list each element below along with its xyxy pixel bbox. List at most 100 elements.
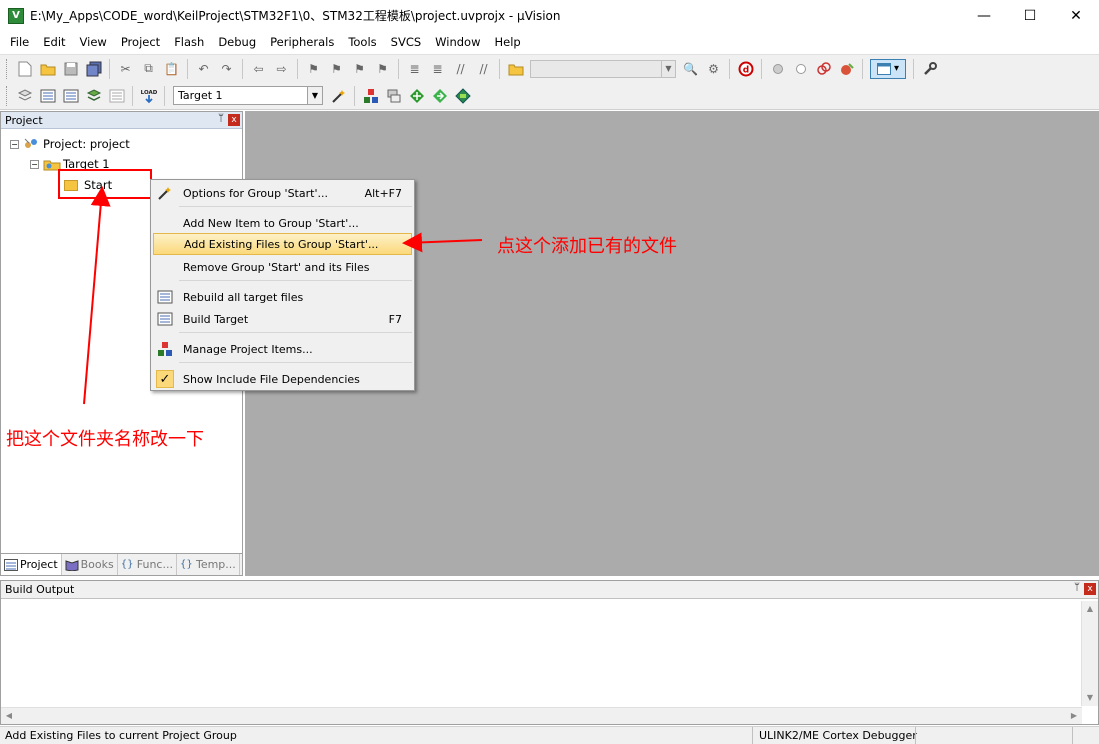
menu-peripherals[interactable]: Peripherals [263, 31, 341, 53]
collapse-icon[interactable]: − [10, 139, 19, 149]
chevron-down-icon[interactable]: ▼ [661, 60, 675, 77]
maximize-button[interactable]: ☐ [1007, 0, 1053, 31]
build-output-panel: Build Output ᛘ x ▲ ▼ ◀ ▶ [0, 580, 1099, 725]
menu-project[interactable]: Project [114, 31, 167, 53]
template-braces-icon: {} [179, 558, 193, 570]
scroll-left-icon[interactable]: ◀ [1, 708, 17, 724]
breakpoint-icon[interactable] [769, 60, 787, 78]
bookmark-icon[interactable]: ⚑ [305, 60, 323, 78]
cut-icon[interactable]: ✂ [117, 60, 135, 78]
collapse-icon[interactable]: − [30, 159, 39, 169]
select-packs-icon[interactable] [408, 87, 426, 105]
menu-bar: File Edit View Project Flash Debug Perip… [0, 31, 1099, 53]
menu-item-manage-project-items[interactable]: Manage Project Items... [153, 338, 412, 360]
title-bar: V E:\My_Apps\CODE_word\KeilProject\STM32… [0, 0, 1099, 31]
unindent-icon[interactable]: ≣ [429, 60, 447, 78]
tab-project[interactable]: Project [1, 554, 62, 575]
build-toolbar: LOAD Target 1 ▼ [0, 82, 1099, 110]
undo-icon[interactable]: ↶ [195, 60, 213, 78]
kill-all-breakpoints-icon[interactable] [838, 60, 856, 78]
menu-window[interactable]: Window [428, 31, 487, 53]
uncomment-icon[interactable]: // [475, 60, 493, 78]
find-in-files-icon[interactable] [507, 60, 525, 78]
navigate-back-icon[interactable]: ⇦ [250, 60, 268, 78]
tab-templates[interactable]: {} Temp... [177, 554, 240, 575]
horizontal-scrollbar[interactable]: ◀ ▶ [1, 707, 1082, 724]
pack-installer-icon[interactable] [431, 87, 449, 105]
pin-icon[interactable]: ᛘ [218, 113, 224, 124]
file-extensions-icon[interactable] [385, 87, 403, 105]
scroll-up-icon[interactable]: ▲ [1082, 601, 1098, 617]
menu-tools[interactable]: Tools [341, 31, 383, 53]
indent-icon[interactable]: ≣ [406, 60, 424, 78]
menu-item-show-include-deps[interactable]: ✓ Show Include File Dependencies [153, 368, 412, 390]
tree-item-project[interactable]: − Project: project [10, 135, 130, 153]
window-layout-toggle-button[interactable]: ▾ [870, 58, 906, 79]
prev-bookmark-icon[interactable]: ⚑ [328, 60, 346, 78]
comment-icon[interactable]: // [452, 60, 470, 78]
save-icon[interactable] [62, 60, 80, 78]
toolbar-separator [242, 58, 243, 79]
new-file-icon[interactable] [16, 60, 34, 78]
braces-icon: {} [120, 558, 134, 570]
paste-icon[interactable]: 📋 [163, 60, 181, 78]
debug-session-icon[interactable]: d [737, 60, 755, 78]
stop-build-icon[interactable] [108, 87, 126, 105]
tab-functions[interactable]: {} Func... [118, 554, 177, 575]
toolbar-separator [913, 58, 914, 79]
menu-svcs[interactable]: SVCS [384, 31, 429, 53]
toolbar-separator [109, 58, 110, 79]
menu-item-remove-group[interactable]: Remove Group 'Start' and its Files [153, 256, 412, 278]
copy-icon[interactable]: ⧉ [140, 60, 158, 78]
configure-wrench-icon[interactable] [921, 60, 939, 78]
manage-project-items-icon[interactable] [362, 87, 380, 105]
close-panel-button[interactable]: x [1084, 583, 1096, 595]
close-panel-button[interactable]: x [228, 114, 240, 126]
menu-debug[interactable]: Debug [211, 31, 263, 53]
menu-flash[interactable]: Flash [167, 31, 211, 53]
project-icon [23, 137, 39, 151]
menu-file[interactable]: File [3, 31, 36, 53]
menu-item-build-target[interactable]: Build Target F7 [153, 308, 412, 330]
pin-icon[interactable]: ᛘ [1074, 582, 1080, 593]
download-load-icon[interactable]: LOAD [140, 87, 158, 105]
run-time-environment-icon[interactable] [454, 87, 472, 105]
find-combo[interactable]: ▼ [530, 59, 676, 78]
scroll-down-icon[interactable]: ▼ [1082, 690, 1098, 706]
minimize-button[interactable]: — [961, 0, 1007, 31]
menu-edit[interactable]: Edit [36, 31, 72, 53]
disable-all-breakpoints-icon[interactable] [815, 60, 833, 78]
menu-view[interactable]: View [73, 31, 114, 53]
menu-item-rebuild-all[interactable]: Rebuild all target files [153, 286, 412, 308]
open-folder-icon[interactable] [39, 60, 57, 78]
menu-help[interactable]: Help [488, 31, 528, 53]
annotation-add-files-note: 点这个添加已有的文件 [497, 236, 677, 257]
chevron-down-icon[interactable]: ▼ [307, 87, 322, 104]
menu-item-add-new-item[interactable]: Add New Item to Group 'Start'... [153, 212, 412, 234]
close-window-button[interactable]: ✕ [1053, 0, 1099, 31]
next-bookmark-icon[interactable]: ⚑ [351, 60, 369, 78]
toolbar-separator [164, 85, 165, 106]
save-all-icon[interactable] [85, 60, 103, 78]
find-icon[interactable]: 🔍 [682, 60, 700, 78]
navigate-forward-icon[interactable]: ⇨ [273, 60, 291, 78]
scroll-right-icon[interactable]: ▶ [1066, 708, 1082, 724]
incremental-find-icon[interactable]: ⚙ [705, 60, 723, 78]
toolbar-grip [6, 58, 9, 79]
options-for-target-icon[interactable] [330, 87, 348, 105]
menu-separator [179, 206, 412, 207]
rebuild-icon[interactable] [62, 87, 80, 105]
batch-build-icon[interactable] [85, 87, 103, 105]
target-select[interactable]: Target 1 ▼ [173, 86, 323, 105]
redo-icon[interactable]: ↷ [218, 60, 236, 78]
tree-label-project: Project: project [43, 137, 130, 151]
toolbar-separator [132, 85, 133, 106]
menu-item-add-existing-files[interactable]: Add Existing Files to Group 'Start'... [153, 233, 412, 255]
translate-icon[interactable] [16, 87, 34, 105]
tab-books[interactable]: Books [62, 554, 118, 575]
disable-breakpoint-icon[interactable] [792, 60, 810, 78]
build-icon[interactable] [39, 87, 57, 105]
menu-item-options-for-group[interactable]: Options for Group 'Start'... Alt+F7 [153, 182, 412, 204]
clear-bookmarks-icon[interactable]: ⚑ [374, 60, 392, 78]
vertical-scrollbar[interactable]: ▲ ▼ [1081, 601, 1098, 706]
